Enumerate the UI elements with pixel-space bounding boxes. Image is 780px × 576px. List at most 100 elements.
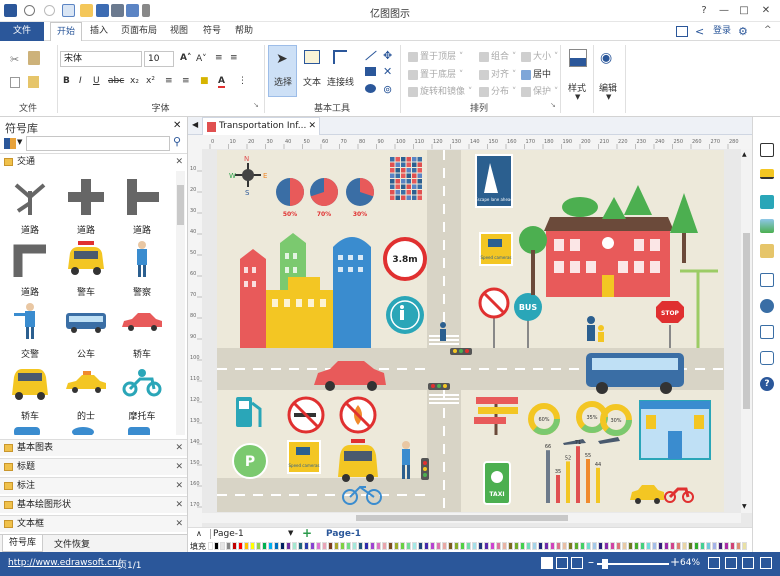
symbol-bus[interactable]: 公车 [56, 301, 116, 361]
color-swatch[interactable] [256, 542, 261, 550]
color-swatch[interactable] [286, 542, 291, 550]
color-swatch[interactable] [394, 542, 399, 550]
color-swatch[interactable] [316, 542, 321, 550]
maximize-button[interactable]: □ [734, 3, 754, 18]
color-swatch[interactable] [640, 542, 645, 550]
collapse-ribbon-icon[interactable]: ^ [764, 25, 772, 35]
color-swatch[interactable] [688, 542, 693, 550]
style-dropdown-icon[interactable]: ▼ [575, 93, 580, 101]
font-color-icon[interactable]: A [218, 76, 225, 88]
color-swatch[interactable] [466, 542, 471, 550]
symbol-road-corner[interactable]: 道路 [0, 239, 60, 299]
ellipse-icon[interactable] [365, 84, 376, 93]
rectangle-icon[interactable] [365, 67, 376, 76]
tab-symbol-library[interactable]: 符号库 [2, 535, 44, 552]
page-select[interactable]: Page-1 [210, 529, 290, 539]
color-swatch[interactable] [538, 542, 543, 550]
crop-icon[interactable]: ✕ [383, 65, 392, 78]
color-swatch[interactable] [508, 542, 513, 550]
library-menu-icon[interactable] [4, 138, 16, 149]
highlight-icon[interactable]: ■ [200, 76, 209, 86]
color-swatch[interactable] [658, 542, 663, 550]
color-swatch[interactable] [376, 542, 381, 550]
color-swatch[interactable] [274, 542, 279, 550]
tab-symbol[interactable]: 符号 [199, 22, 225, 41]
color-swatch[interactable] [556, 542, 561, 550]
color-swatch[interactable] [676, 542, 681, 550]
color-swatch[interactable] [598, 542, 603, 550]
website-link[interactable]: http://www.edrawsoft.cn/ [8, 558, 121, 568]
color-swatch[interactable] [694, 542, 699, 550]
color-swatch[interactable] [634, 542, 639, 550]
send-back-button[interactable]: 置于底层 ˅ [408, 67, 463, 80]
color-swatch[interactable] [244, 542, 249, 550]
category-header-callout[interactable]: 标注 ✕ [0, 477, 187, 494]
feedback-icon[interactable] [676, 26, 688, 37]
close-category-icon[interactable]: ✕ [175, 154, 183, 170]
grow-font-icon[interactable]: A˄ [180, 53, 191, 63]
library-scroll-thumb[interactable] [177, 185, 184, 225]
align-text-icon[interactable]: ≡ [182, 76, 190, 86]
color-swatch[interactable] [706, 542, 711, 550]
tab-view[interactable]: 视图 [166, 22, 192, 41]
color-swatch[interactable] [670, 542, 675, 550]
edit-dropdown-icon[interactable]: ▼ [606, 93, 611, 101]
close-category-icon[interactable]: ✕ [175, 459, 183, 475]
library-menu-dropdown-icon[interactable]: ▼ [17, 138, 22, 146]
bring-front-button[interactable]: 置于顶层 ˅ [408, 49, 463, 62]
color-swatch[interactable] [322, 542, 327, 550]
color-swatch[interactable] [298, 542, 303, 550]
close-category-icon[interactable]: ✕ [175, 497, 183, 513]
color-swatch[interactable] [400, 542, 405, 550]
color-swatch[interactable] [550, 542, 555, 550]
symbol-sedan-front[interactable]: 轿车 [0, 363, 60, 423]
color-swatch[interactable] [382, 542, 387, 550]
color-swatch[interactable] [304, 542, 309, 550]
image-icon[interactable] [760, 219, 774, 233]
symbol-police-car[interactable]: 警车 [56, 239, 116, 299]
page-nav-up-icon[interactable]: ∧ [196, 529, 202, 538]
strikethrough-button[interactable]: abc [108, 76, 124, 86]
color-swatch[interactable] [388, 542, 393, 550]
color-swatch[interactable] [418, 542, 423, 550]
line-icon[interactable] [365, 50, 377, 61]
copy-icon[interactable] [10, 77, 20, 88]
color-swatch[interactable] [280, 542, 285, 550]
connector-tool-icon[interactable] [333, 50, 347, 64]
text-tool-label[interactable]: 文本 [303, 75, 321, 88]
minimize-button[interactable]: — [714, 3, 734, 18]
view-fullscreen-icon[interactable] [571, 557, 583, 569]
document-tab[interactable]: Transportation Inf... ✕ [202, 117, 320, 135]
color-swatch[interactable] [496, 542, 501, 550]
color-swatch[interactable] [616, 542, 621, 550]
tab-layout[interactable]: 页面布局 [118, 22, 160, 41]
color-swatch[interactable] [472, 542, 477, 550]
view-normal-icon[interactable] [541, 557, 553, 569]
vertical-scrollbar[interactable]: ▲ ▼ [741, 149, 752, 513]
color-swatch[interactable] [532, 542, 537, 550]
paste-icon[interactable] [28, 51, 40, 65]
color-swatch[interactable] [226, 542, 231, 550]
color-swatch[interactable] [514, 542, 519, 550]
tab-start[interactable]: 开始 [50, 22, 82, 42]
tab-file-recovery[interactable]: 文件恢复 [50, 537, 94, 550]
color-swatch[interactable] [568, 542, 573, 550]
protect-button[interactable]: 保护 ˅ [521, 84, 558, 97]
color-swatch[interactable] [328, 542, 333, 550]
help-icon[interactable]: ? [694, 3, 714, 18]
color-swatch[interactable] [262, 542, 267, 550]
category-header-basic-chart[interactable]: 基本图表 ✕ [0, 439, 187, 456]
close-library-icon[interactable]: ✕ [173, 120, 181, 131]
view-grid-icon[interactable] [556, 557, 568, 569]
menu-file[interactable]: 文件 [0, 22, 44, 41]
color-swatch[interactable] [436, 542, 441, 550]
horizontal-scroll-thumb[interactable] [356, 515, 568, 521]
color-swatch[interactable] [484, 542, 489, 550]
vertical-scroll-down-icon[interactable]: ▼ [742, 503, 747, 510]
symbol-traffic-police[interactable]: 交警 [0, 301, 60, 361]
indent-icon[interactable]: ≡ [230, 53, 238, 63]
color-swatch[interactable] [370, 542, 375, 550]
page-tab[interactable]: Page-1 [326, 529, 361, 539]
symbol-taxi[interactable]: 的士 [56, 363, 116, 423]
connector-tool-label[interactable]: 连接线 [327, 75, 354, 88]
